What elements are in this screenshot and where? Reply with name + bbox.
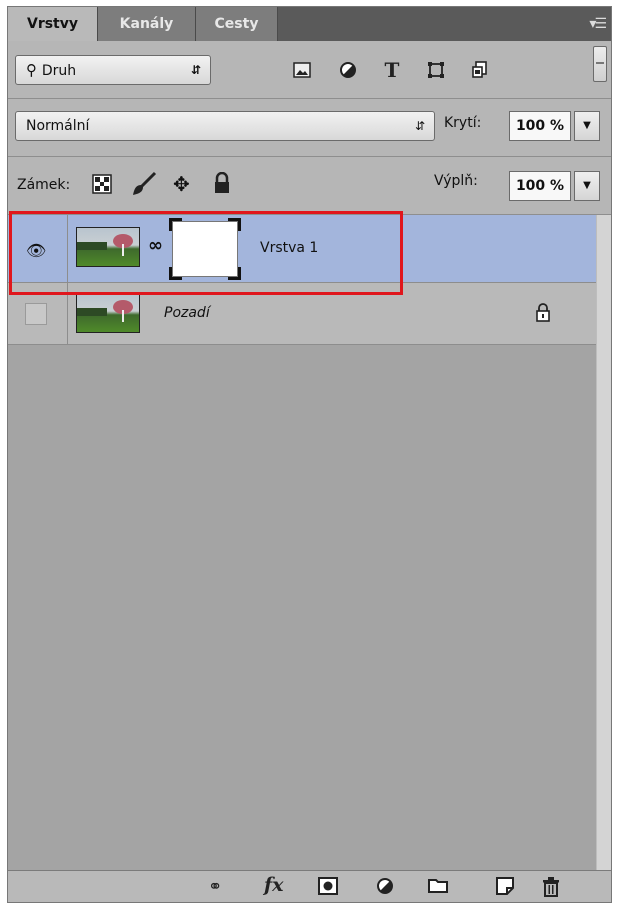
layers-scrollbar[interactable] [596, 215, 611, 870]
filter-kind-label: Druh [41, 63, 77, 79]
lock-position-icon[interactable]: ✥ [173, 172, 190, 196]
layer-thumbnail[interactable] [76, 293, 140, 333]
smart-object-filter-icon[interactable] [466, 55, 494, 85]
adjustment-layer-icon[interactable] [376, 877, 394, 900]
dropdown-arrows-icon: ⇵ [190, 63, 201, 77]
search-icon: ⚲ [26, 61, 37, 79]
lock-transparent-pixels-icon[interactable] [92, 174, 112, 198]
filter-kind-dropdown[interactable]: ⚲ Druh ⇵ [15, 55, 211, 85]
filter-icons: T [288, 55, 538, 85]
fill-input[interactable]: 100 % [509, 171, 571, 201]
dropdown-arrows-icon: ⇵ [414, 119, 425, 133]
add-mask-icon[interactable] [318, 877, 338, 900]
lock-all-icon[interactable] [213, 171, 231, 198]
chevron-down-icon: ▼ [583, 180, 591, 191]
lock-image-pixels-icon[interactable] [131, 171, 157, 201]
chevron-down-icon: ▼ [583, 120, 591, 131]
panel-menu-icon[interactable]: ▾☰ [589, 16, 607, 32]
blend-row: Normální ⇵ Krytí: 100 % ▼ [8, 99, 611, 157]
layers-list: 👁 ∞ Vrstva 1 Pozadí [8, 215, 596, 870]
layers-bottom-toolbar: ⚭ fx [8, 870, 611, 902]
selection-highlight-box [9, 211, 403, 295]
delete-layer-trash-icon[interactable] [542, 877, 560, 902]
tab-kanaly[interactable]: Kanály [98, 7, 196, 41]
lock-icon [535, 302, 551, 326]
shape-filter-icon[interactable] [422, 55, 450, 85]
new-layer-icon[interactable] [496, 877, 514, 900]
layer-name[interactable]: Pozadí [164, 305, 210, 321]
opacity-dropdown-button[interactable]: ▼ [574, 111, 600, 141]
blend-mode-label: Normální [26, 118, 90, 134]
image-filter-icon[interactable] [288, 55, 316, 85]
fill-label: Výplň: [434, 173, 478, 189]
tab-cesty[interactable]: Cesty [196, 7, 278, 41]
filter-row: ⚲ Druh ⇵ T [8, 41, 611, 99]
link-layers-icon[interactable]: ⚭ [208, 877, 222, 897]
type-filter-icon[interactable]: T [378, 55, 406, 85]
lock-row: Zámek: ✥ Výplň: 100 % ▼ [8, 157, 611, 215]
panel-tab-bar: Vrstvy Kanály Cesty ▾☰ [8, 7, 611, 42]
fx-icon[interactable]: fx [264, 874, 284, 896]
adjustment-filter-icon[interactable] [334, 55, 362, 85]
fill-dropdown-button[interactable]: ▼ [574, 171, 600, 201]
lock-label: Zámek: [17, 177, 71, 193]
opacity-input[interactable]: 100 % [509, 111, 571, 141]
new-group-folder-icon[interactable] [428, 877, 448, 898]
opacity-label: Krytí: [444, 115, 482, 131]
blend-mode-dropdown[interactable]: Normální ⇵ [15, 111, 435, 141]
tab-vrstvy[interactable]: Vrstvy [8, 7, 98, 42]
filter-toggle-switch[interactable] [593, 46, 607, 82]
layers-panel: Vrstvy Kanály Cesty ▾☰ ⚲ Druh ⇵ T Normál… [7, 6, 612, 903]
visibility-toggle-box[interactable] [25, 303, 47, 325]
